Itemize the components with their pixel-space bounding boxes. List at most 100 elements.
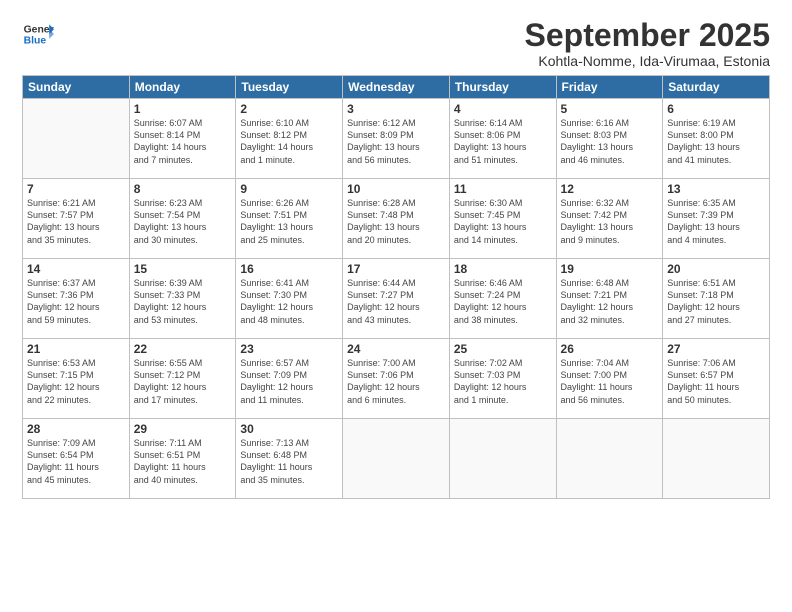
calendar-cell: 21Sunrise: 6:53 AM Sunset: 7:15 PM Dayli… <box>23 339 130 419</box>
day-number: 11 <box>454 182 552 196</box>
calendar-cell: 24Sunrise: 7:00 AM Sunset: 7:06 PM Dayli… <box>343 339 450 419</box>
day-number: 2 <box>240 102 338 116</box>
day-info: Sunrise: 6:28 AM Sunset: 7:48 PM Dayligh… <box>347 197 445 246</box>
weekday-header-monday: Monday <box>129 76 236 99</box>
logo-icon: General Blue <box>22 18 54 50</box>
day-number: 5 <box>561 102 659 116</box>
weekday-header-friday: Friday <box>556 76 663 99</box>
calendar-cell: 3Sunrise: 6:12 AM Sunset: 8:09 PM Daylig… <box>343 99 450 179</box>
calendar-cell: 23Sunrise: 6:57 AM Sunset: 7:09 PM Dayli… <box>236 339 343 419</box>
day-info: Sunrise: 6:57 AM Sunset: 7:09 PM Dayligh… <box>240 357 338 406</box>
calendar-cell: 4Sunrise: 6:14 AM Sunset: 8:06 PM Daylig… <box>449 99 556 179</box>
calendar-cell <box>556 419 663 499</box>
calendar-cell: 22Sunrise: 6:55 AM Sunset: 7:12 PM Dayli… <box>129 339 236 419</box>
calendar-cell <box>343 419 450 499</box>
title-block: September 2025 Kohtla-Nomme, Ida-Virumaa… <box>525 18 770 69</box>
calendar-cell: 15Sunrise: 6:39 AM Sunset: 7:33 PM Dayli… <box>129 259 236 339</box>
day-number: 19 <box>561 262 659 276</box>
day-info: Sunrise: 6:32 AM Sunset: 7:42 PM Dayligh… <box>561 197 659 246</box>
calendar-cell: 20Sunrise: 6:51 AM Sunset: 7:18 PM Dayli… <box>663 259 770 339</box>
logo: General Blue <box>22 18 54 50</box>
calendar-cell: 18Sunrise: 6:46 AM Sunset: 7:24 PM Dayli… <box>449 259 556 339</box>
calendar-cell <box>23 99 130 179</box>
day-info: Sunrise: 6:19 AM Sunset: 8:00 PM Dayligh… <box>667 117 765 166</box>
day-number: 14 <box>27 262 125 276</box>
calendar: SundayMondayTuesdayWednesdayThursdayFrid… <box>22 75 770 499</box>
day-info: Sunrise: 7:13 AM Sunset: 6:48 PM Dayligh… <box>240 437 338 486</box>
day-info: Sunrise: 6:51 AM Sunset: 7:18 PM Dayligh… <box>667 277 765 326</box>
calendar-cell: 26Sunrise: 7:04 AM Sunset: 7:00 PM Dayli… <box>556 339 663 419</box>
day-info: Sunrise: 6:23 AM Sunset: 7:54 PM Dayligh… <box>134 197 232 246</box>
subtitle: Kohtla-Nomme, Ida-Virumaa, Estonia <box>525 53 770 69</box>
day-info: Sunrise: 6:30 AM Sunset: 7:45 PM Dayligh… <box>454 197 552 246</box>
calendar-cell: 27Sunrise: 7:06 AM Sunset: 6:57 PM Dayli… <box>663 339 770 419</box>
day-number: 28 <box>27 422 125 436</box>
day-info: Sunrise: 7:02 AM Sunset: 7:03 PM Dayligh… <box>454 357 552 406</box>
day-number: 18 <box>454 262 552 276</box>
calendar-cell <box>663 419 770 499</box>
calendar-cell: 25Sunrise: 7:02 AM Sunset: 7:03 PM Dayli… <box>449 339 556 419</box>
weekday-header-tuesday: Tuesday <box>236 76 343 99</box>
calendar-cell: 19Sunrise: 6:48 AM Sunset: 7:21 PM Dayli… <box>556 259 663 339</box>
day-info: Sunrise: 7:11 AM Sunset: 6:51 PM Dayligh… <box>134 437 232 486</box>
calendar-cell: 14Sunrise: 6:37 AM Sunset: 7:36 PM Dayli… <box>23 259 130 339</box>
weekday-header-wednesday: Wednesday <box>343 76 450 99</box>
day-info: Sunrise: 6:12 AM Sunset: 8:09 PM Dayligh… <box>347 117 445 166</box>
day-number: 22 <box>134 342 232 356</box>
day-number: 1 <box>134 102 232 116</box>
calendar-cell: 7Sunrise: 6:21 AM Sunset: 7:57 PM Daylig… <box>23 179 130 259</box>
day-number: 7 <box>27 182 125 196</box>
day-number: 13 <box>667 182 765 196</box>
day-info: Sunrise: 7:06 AM Sunset: 6:57 PM Dayligh… <box>667 357 765 406</box>
calendar-cell: 13Sunrise: 6:35 AM Sunset: 7:39 PM Dayli… <box>663 179 770 259</box>
day-info: Sunrise: 6:48 AM Sunset: 7:21 PM Dayligh… <box>561 277 659 326</box>
day-info: Sunrise: 7:04 AM Sunset: 7:00 PM Dayligh… <box>561 357 659 406</box>
day-number: 24 <box>347 342 445 356</box>
calendar-cell: 12Sunrise: 6:32 AM Sunset: 7:42 PM Dayli… <box>556 179 663 259</box>
day-number: 23 <box>240 342 338 356</box>
day-info: Sunrise: 7:00 AM Sunset: 7:06 PM Dayligh… <box>347 357 445 406</box>
day-number: 21 <box>27 342 125 356</box>
day-info: Sunrise: 6:21 AM Sunset: 7:57 PM Dayligh… <box>27 197 125 246</box>
calendar-cell: 29Sunrise: 7:11 AM Sunset: 6:51 PM Dayli… <box>129 419 236 499</box>
day-number: 17 <box>347 262 445 276</box>
day-info: Sunrise: 6:35 AM Sunset: 7:39 PM Dayligh… <box>667 197 765 246</box>
calendar-cell: 9Sunrise: 6:26 AM Sunset: 7:51 PM Daylig… <box>236 179 343 259</box>
day-number: 8 <box>134 182 232 196</box>
weekday-header-sunday: Sunday <box>23 76 130 99</box>
calendar-cell <box>449 419 556 499</box>
day-number: 20 <box>667 262 765 276</box>
day-info: Sunrise: 6:44 AM Sunset: 7:27 PM Dayligh… <box>347 277 445 326</box>
day-info: Sunrise: 6:37 AM Sunset: 7:36 PM Dayligh… <box>27 277 125 326</box>
day-number: 3 <box>347 102 445 116</box>
calendar-cell: 30Sunrise: 7:13 AM Sunset: 6:48 PM Dayli… <box>236 419 343 499</box>
week-row-4: 28Sunrise: 7:09 AM Sunset: 6:54 PM Dayli… <box>23 419 770 499</box>
calendar-cell: 5Sunrise: 6:16 AM Sunset: 8:03 PM Daylig… <box>556 99 663 179</box>
day-number: 26 <box>561 342 659 356</box>
day-number: 29 <box>134 422 232 436</box>
day-info: Sunrise: 6:14 AM Sunset: 8:06 PM Dayligh… <box>454 117 552 166</box>
day-number: 27 <box>667 342 765 356</box>
calendar-cell: 6Sunrise: 6:19 AM Sunset: 8:00 PM Daylig… <box>663 99 770 179</box>
day-info: Sunrise: 6:55 AM Sunset: 7:12 PM Dayligh… <box>134 357 232 406</box>
weekday-header-thursday: Thursday <box>449 76 556 99</box>
weekday-header-row: SundayMondayTuesdayWednesdayThursdayFrid… <box>23 76 770 99</box>
calendar-cell: 10Sunrise: 6:28 AM Sunset: 7:48 PM Dayli… <box>343 179 450 259</box>
day-number: 15 <box>134 262 232 276</box>
day-number: 10 <box>347 182 445 196</box>
day-number: 25 <box>454 342 552 356</box>
day-number: 30 <box>240 422 338 436</box>
calendar-cell: 28Sunrise: 7:09 AM Sunset: 6:54 PM Dayli… <box>23 419 130 499</box>
calendar-cell: 11Sunrise: 6:30 AM Sunset: 7:45 PM Dayli… <box>449 179 556 259</box>
day-info: Sunrise: 6:39 AM Sunset: 7:33 PM Dayligh… <box>134 277 232 326</box>
day-number: 9 <box>240 182 338 196</box>
month-title: September 2025 <box>525 18 770 53</box>
day-info: Sunrise: 6:10 AM Sunset: 8:12 PM Dayligh… <box>240 117 338 166</box>
day-info: Sunrise: 6:46 AM Sunset: 7:24 PM Dayligh… <box>454 277 552 326</box>
day-info: Sunrise: 6:07 AM Sunset: 8:14 PM Dayligh… <box>134 117 232 166</box>
weekday-header-saturday: Saturday <box>663 76 770 99</box>
calendar-cell: 2Sunrise: 6:10 AM Sunset: 8:12 PM Daylig… <box>236 99 343 179</box>
week-row-1: 7Sunrise: 6:21 AM Sunset: 7:57 PM Daylig… <box>23 179 770 259</box>
day-info: Sunrise: 6:26 AM Sunset: 7:51 PM Dayligh… <box>240 197 338 246</box>
day-info: Sunrise: 7:09 AM Sunset: 6:54 PM Dayligh… <box>27 437 125 486</box>
